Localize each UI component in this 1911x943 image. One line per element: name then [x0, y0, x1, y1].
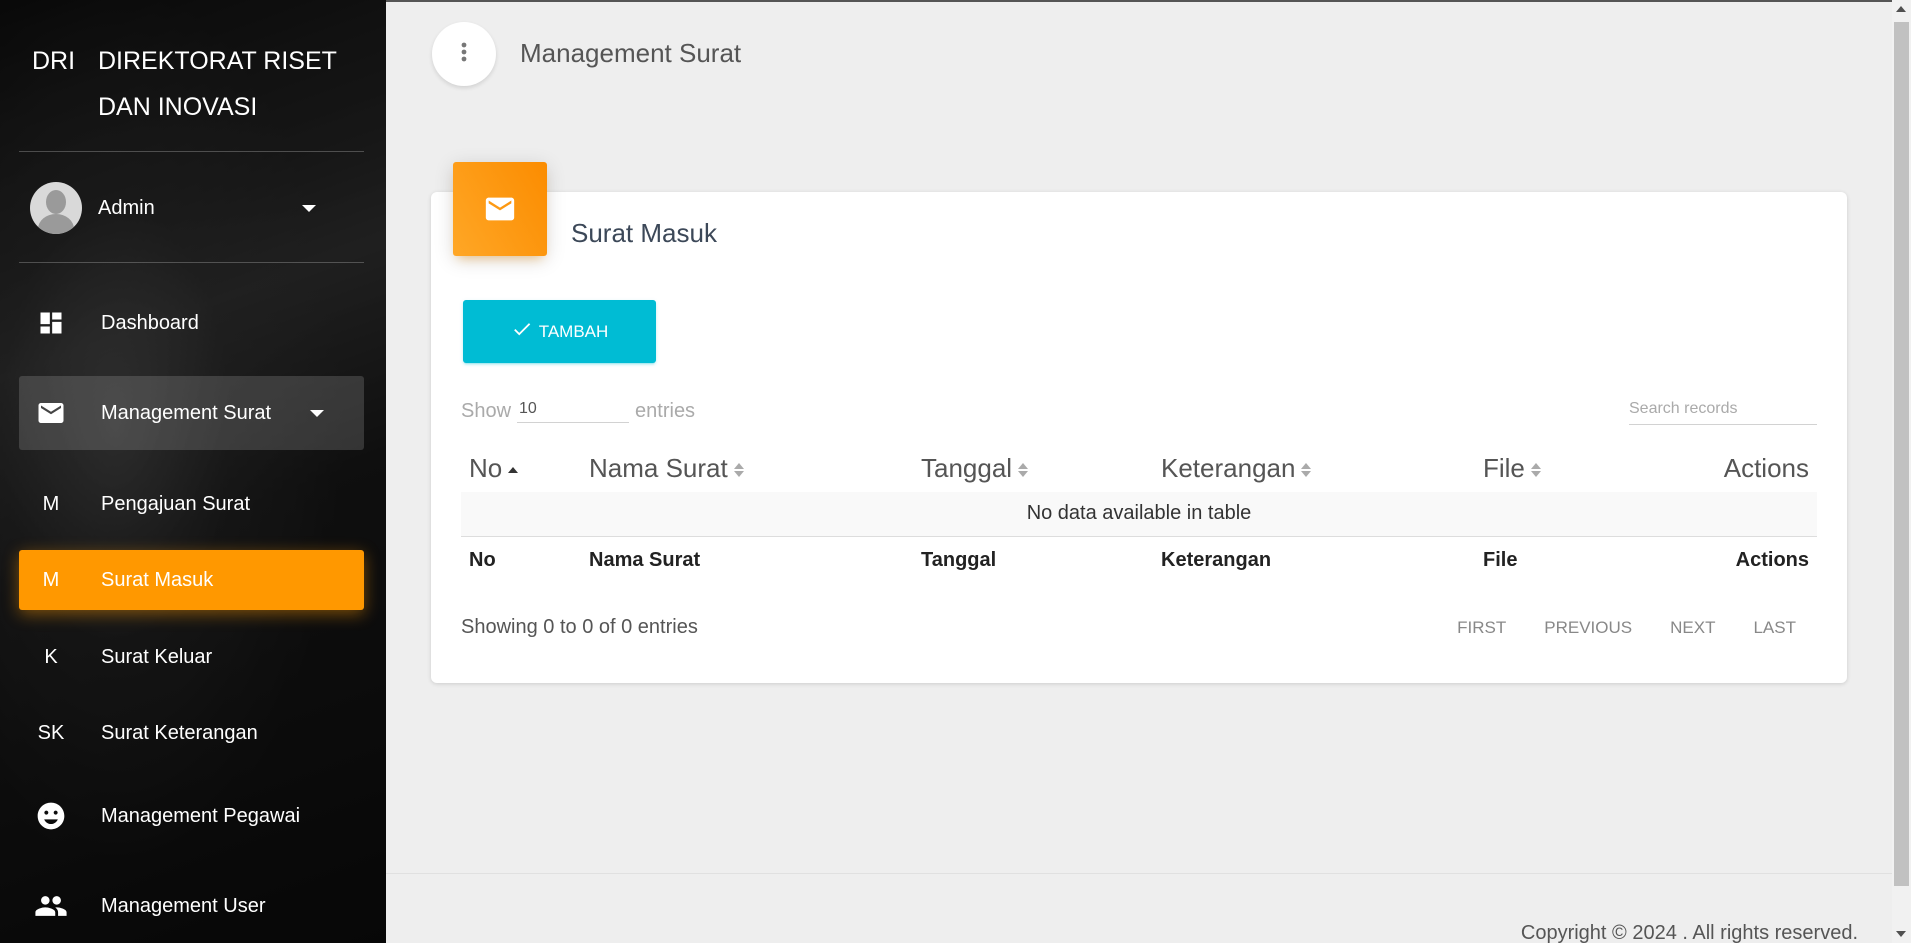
- logo-text[interactable]: DIREKTORAT RISET DAN INOVASI: [98, 38, 358, 130]
- page-length-select[interactable]: 10: [517, 394, 630, 423]
- sidebar-divider: [19, 151, 364, 152]
- table-info: Showing 0 to 0 of 0 entries: [461, 616, 698, 638]
- column-header-nama-surat[interactable]: Nama Surat: [581, 444, 913, 492]
- user-name: Admin: [98, 196, 155, 219]
- sidebar-item-label: Management User: [101, 894, 266, 917]
- sidebar-mini-label: SK: [37, 721, 65, 744]
- caret-down-icon: [310, 409, 324, 417]
- show-label: Show: [461, 400, 512, 422]
- table-row-empty: No data available in table: [461, 492, 1817, 537]
- mail-icon: [453, 162, 547, 256]
- logo-mini[interactable]: DRI: [32, 38, 75, 84]
- sidebar-item-label: Surat Keterangan: [101, 721, 258, 744]
- page-title: Management Surat: [520, 38, 742, 68]
- sidebar-item-label: Dashboard: [101, 311, 199, 334]
- caret-down-icon: [302, 204, 316, 212]
- column-header-keterangan[interactable]: Keterangan: [1153, 444, 1475, 492]
- sort-icon: [733, 462, 744, 478]
- sort-icon: [1018, 462, 1029, 478]
- sidebar-item-dashboard[interactable]: Dashboard: [19, 293, 364, 353]
- search-input[interactable]: Search records: [1629, 396, 1817, 425]
- page-length-control: Show 10 entries: [461, 394, 695, 423]
- sort-icon: [1530, 462, 1541, 478]
- surat-masuk-card: Surat Masuk TAMBAH Show 10 entries Searc…: [431, 162, 1847, 683]
- card-title: Surat Masuk: [571, 218, 717, 248]
- empty-message: No data available in table: [461, 492, 1817, 537]
- sidebar-item-label: Management Pegawai: [101, 804, 301, 827]
- footer-divider: [386, 873, 1892, 874]
- column-header-no[interactable]: No: [461, 444, 581, 492]
- footer-header-actions: Actions: [1735, 548, 1809, 571]
- footer-header-no: No: [469, 548, 496, 571]
- avatar: [30, 182, 82, 234]
- sidebar-item-management-user[interactable]: Management User: [19, 876, 364, 936]
- minimize-sidebar-button[interactable]: [432, 22, 496, 86]
- sidebar-item-management-pegawai[interactable]: Management Pegawai: [19, 786, 364, 846]
- pagination-last[interactable]: LAST: [1734, 614, 1815, 642]
- check-icon: [511, 318, 533, 345]
- sidebar: DRI DIREKTORAT RISET DAN INOVASI Admin D…: [0, 0, 386, 943]
- add-button-label: TAMBAH: [538, 321, 609, 341]
- more-vertical-icon: [460, 41, 468, 68]
- sort-icon: [1301, 462, 1312, 478]
- sidebar-item-management-surat[interactable]: Management Surat: [19, 376, 364, 450]
- footer-header-nama-surat: Nama Surat: [589, 548, 701, 571]
- dashboard-icon: [19, 309, 83, 337]
- scroll-down-icon[interactable]: [1896, 931, 1906, 937]
- logo[interactable]: DRI DIREKTORAT RISET DAN INOVASI: [32, 38, 366, 148]
- sidebar-item-surat-keterangan[interactable]: SK Surat Keterangan: [19, 703, 364, 763]
- face-icon: [19, 800, 83, 832]
- sidebar-item-surat-keluar[interactable]: K Surat Keluar: [19, 627, 364, 687]
- footer-header-keterangan: Keterangan: [1161, 548, 1272, 571]
- scroll-up-icon[interactable]: [1896, 6, 1906, 12]
- user-menu[interactable]: Admin: [30, 182, 330, 234]
- sidebar-divider: [19, 262, 364, 263]
- sort-asc-icon: [508, 462, 519, 478]
- mail-icon: [19, 398, 83, 428]
- copyright: Copyright © 2024 . All rights reserved.: [1520, 922, 1858, 943]
- pagination-first[interactable]: FIRST: [1438, 614, 1525, 642]
- sidebar-mini-label: K: [44, 645, 58, 668]
- sidebar-mini-label: M: [42, 568, 60, 591]
- main-panel: Management Surat Surat Masuk TAMBAH Show…: [386, 0, 1892, 943]
- add-button[interactable]: TAMBAH: [463, 300, 656, 363]
- pagination-previous[interactable]: PREVIOUS: [1525, 614, 1651, 642]
- column-header-file[interactable]: File: [1475, 444, 1655, 492]
- column-header-actions: Actions: [1723, 452, 1809, 483]
- sidebar-item-surat-masuk[interactable]: M Surat Masuk: [19, 550, 364, 610]
- sidebar-item-label: Surat Masuk: [101, 568, 214, 591]
- footer-header-file: File: [1483, 548, 1518, 571]
- sidebar-item-label: Management Surat: [101, 401, 272, 424]
- entries-label: entries: [635, 400, 696, 422]
- scroll-thumb[interactable]: [1894, 22, 1909, 886]
- sidebar-item-label: Surat Keluar: [101, 645, 213, 668]
- data-table: No Nama Surat Tanggal Keterangan File Ac…: [461, 444, 1817, 584]
- pagination-next[interactable]: NEXT: [1651, 614, 1734, 642]
- pagination: FIRST PREVIOUS NEXT LAST: [1438, 614, 1815, 642]
- sidebar-item-pengajuan-surat[interactable]: M Pengajuan Surat: [19, 474, 364, 534]
- footer-header-tanggal: Tanggal: [921, 548, 997, 571]
- sidebar-item-label: Pengajuan Surat: [101, 492, 251, 515]
- sidebar-mini-label: M: [42, 492, 60, 515]
- column-header-tanggal[interactable]: Tanggal: [913, 444, 1153, 492]
- page-scrollbar[interactable]: [1892, 0, 1911, 943]
- people-icon: [19, 889, 83, 923]
